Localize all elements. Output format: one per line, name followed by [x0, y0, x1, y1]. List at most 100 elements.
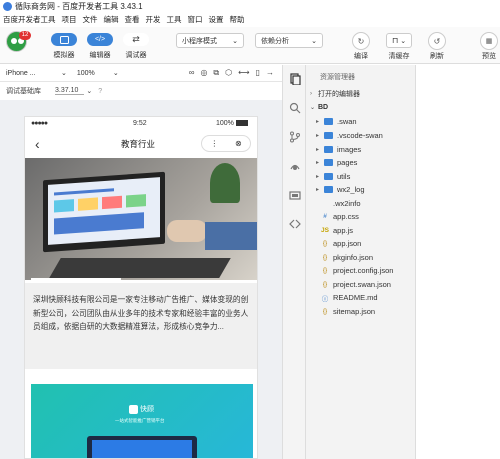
- more-icon[interactable]: ⋮: [210, 139, 218, 148]
- debugger-button[interactable]: ⇄: [123, 33, 149, 46]
- folder-name: .swan: [337, 117, 357, 127]
- folder-item[interactable]: ▸ images: [306, 143, 416, 157]
- file-name: project.swan.json: [333, 279, 391, 289]
- search-icon[interactable]: [289, 102, 301, 114]
- menu-item[interactable]: 查看: [125, 14, 140, 25]
- device-bar: iPhone ... ⌄ 100% ⌄ ∞ ◎ ⧉ ⬡ ⟷ ▯ →: [0, 65, 282, 82]
- open-editors-section[interactable]: › 打开的编辑器: [306, 87, 416, 101]
- link-icon[interactable]: ∞: [189, 68, 195, 78]
- status-time: 9:52: [133, 119, 147, 127]
- folder-item[interactable]: ▸ .vscode-swan: [306, 129, 416, 143]
- file-item[interactable]: {} pkginfo.json: [306, 251, 416, 265]
- analysis-select[interactable]: 依赖分析 ⌄: [255, 33, 323, 48]
- clear-cache-button[interactable]: ⊓ ⌄: [386, 33, 412, 48]
- back-icon[interactable]: ‹: [35, 136, 40, 152]
- expand-icon[interactable]: ⟷: [238, 68, 249, 78]
- file-item[interactable]: ⓘ README.md: [306, 291, 416, 305]
- help-icon[interactable]: ?: [98, 88, 102, 95]
- compile-button[interactable]: ↻: [352, 32, 370, 50]
- source-control-icon[interactable]: [289, 131, 301, 143]
- chevron-right-icon: ›: [310, 90, 312, 97]
- menu-item[interactable]: 百度开发者工具: [3, 14, 56, 25]
- mode-select[interactable]: 小程序模式 ⌄: [176, 33, 244, 48]
- preview-button[interactable]: ▦: [480, 32, 498, 50]
- mobile-icon[interactable]: ▯: [256, 68, 260, 78]
- file-item[interactable]: {} sitemap.json: [306, 305, 416, 319]
- debug-icon: ⇄: [132, 34, 140, 44]
- code-icon: </>: [94, 36, 106, 43]
- chevron-down-icon: ⌄: [310, 105, 316, 112]
- json-file-icon: {}: [322, 253, 328, 261]
- hero-image: [25, 158, 257, 280]
- folder-item[interactable]: ▸ .swan: [306, 115, 416, 129]
- debug-icon[interactable]: [289, 160, 301, 172]
- editor-button[interactable]: </>: [87, 33, 113, 46]
- folder-item[interactable]: ▸ utils: [306, 170, 416, 184]
- css-file-icon: #: [323, 213, 327, 221]
- menu-item[interactable]: 项目: [62, 14, 77, 25]
- json-file-icon: {}: [322, 240, 328, 248]
- folder-icon: [324, 159, 333, 167]
- library-version-select[interactable]: 3.37.10: [55, 87, 85, 95]
- file-item[interactable]: {} app.json: [306, 237, 416, 251]
- compile-icon: ↻: [357, 36, 365, 46]
- status-bar: ●●●●● 9:52 100%: [25, 117, 257, 129]
- nav-bar: ‹ 教育行业 ⋮ ⊗: [25, 130, 257, 157]
- laptop-shape: [87, 436, 197, 458]
- file-name: app.js: [333, 225, 354, 235]
- copy-icon[interactable]: ⧉: [213, 68, 219, 78]
- battery-icon: [236, 120, 248, 126]
- editor-pane[interactable]: [416, 65, 500, 459]
- menu-item[interactable]: 文件: [83, 14, 98, 25]
- files-icon[interactable]: [289, 73, 301, 85]
- menu-item[interactable]: 窗口: [188, 14, 203, 25]
- chevron-down-icon: ⌄: [311, 37, 317, 45]
- folder-item[interactable]: ▸ wx2_log: [306, 183, 416, 197]
- file-name: app.json: [333, 239, 362, 249]
- hand-shape: [167, 220, 207, 242]
- forward-icon[interactable]: →: [266, 68, 274, 78]
- title-bar: 循际商务网 - 百度开发者工具 3.43.1: [0, 0, 500, 13]
- file-item[interactable]: JS app.js: [306, 224, 416, 238]
- simulator-label: 模拟器: [53, 52, 75, 59]
- extensions-icon[interactable]: [289, 189, 301, 201]
- menu-item[interactable]: 编辑: [104, 14, 119, 25]
- file-item[interactable]: {} project.config.json: [306, 264, 416, 278]
- code-brackets-icon[interactable]: [289, 218, 301, 230]
- folder-icon: [324, 118, 333, 126]
- folder-icon: [324, 145, 333, 153]
- file-name: project.config.json: [333, 266, 394, 276]
- app-logo-icon: [3, 2, 12, 11]
- file-name: pkginfo.json: [333, 252, 374, 262]
- chevron-right-icon: ▸: [316, 173, 320, 180]
- file-name: app.css: [333, 212, 359, 222]
- chevron-right-icon: ▸: [316, 146, 320, 153]
- file-item[interactable]: # app.css: [306, 210, 416, 224]
- close-icon[interactable]: ⊗: [235, 139, 242, 148]
- project-root[interactable]: ⌄ BD: [306, 101, 416, 115]
- file-item[interactable]: .wx2info: [306, 197, 416, 211]
- cube-icon[interactable]: ⬡: [225, 68, 232, 78]
- signal-icon: ●●●●●: [31, 119, 48, 127]
- capsule-menu: ⋮ ⊗: [201, 135, 251, 152]
- file-name: sitemap.json: [333, 306, 376, 316]
- page-title: 教育行业: [121, 138, 156, 149]
- menu-item[interactable]: 设置: [209, 14, 224, 25]
- zoom-select[interactable]: 100%: [77, 70, 113, 77]
- record-icon[interactable]: ◎: [200, 68, 207, 78]
- menu-item[interactable]: 开发: [146, 14, 161, 25]
- device-select[interactable]: iPhone ...: [6, 70, 61, 77]
- refresh-button[interactable]: ↺: [428, 32, 446, 50]
- chevron-right-icon: ▸: [316, 187, 320, 194]
- simulator-button[interactable]: [51, 33, 77, 46]
- basket-icon: ⊓: [391, 36, 399, 45]
- chevron-right-icon: ▸: [316, 133, 320, 140]
- menu-item[interactable]: 工具: [167, 14, 182, 25]
- laptop-shape: [43, 171, 165, 253]
- analysis-select-value: 依赖分析: [261, 37, 289, 45]
- plant-shape: [210, 163, 240, 203]
- folder-item[interactable]: ▸ pages: [306, 156, 416, 170]
- menu-item[interactable]: 帮助: [230, 14, 245, 25]
- preview-label: 预览: [482, 53, 496, 60]
- file-item[interactable]: {} project.swan.json: [306, 278, 416, 292]
